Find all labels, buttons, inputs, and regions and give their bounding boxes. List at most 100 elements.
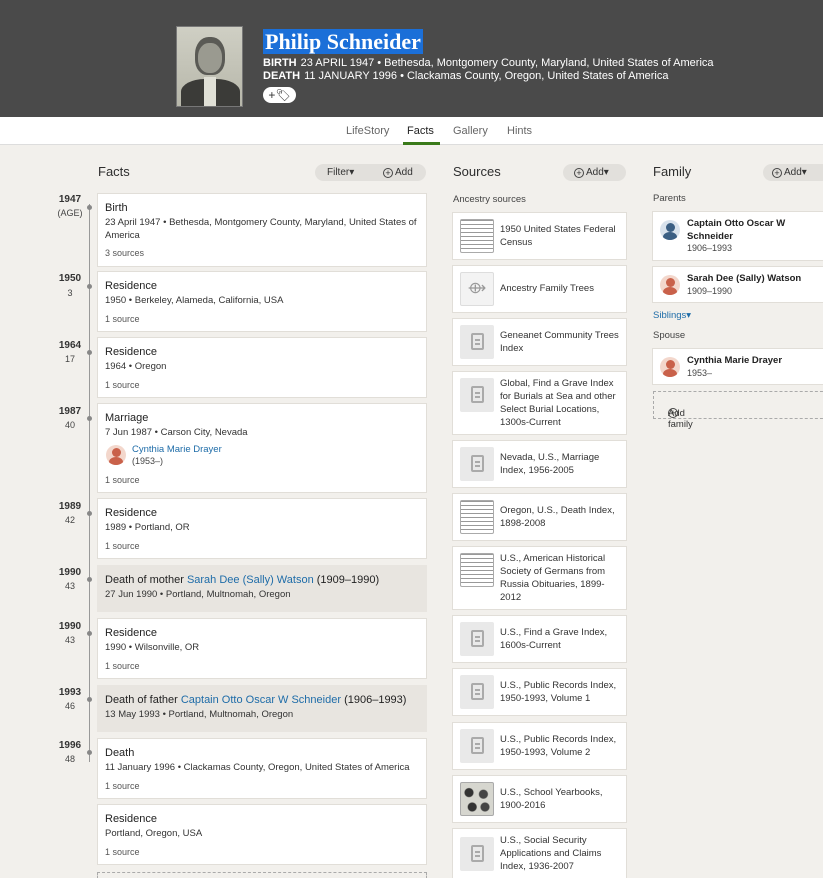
parents-label: Parents <box>653 193 686 204</box>
source-title: Geneanet Community Trees Index <box>500 330 619 354</box>
source-card[interactable]: 1950 United States Federal Census <box>452 212 627 260</box>
add-family-button[interactable]: + Add family <box>653 391 823 430</box>
source-card[interactable]: U.S., Social Security Applications and C… <box>452 828 627 878</box>
spouse-name: Cynthia Marie Drayer <box>687 355 783 366</box>
fact-sources[interactable]: 1 source <box>105 847 140 857</box>
timeline-dot <box>87 750 92 755</box>
fact-card-residence[interactable]: Residence Portland, Oregon, USA 1 source <box>97 804 427 865</box>
person-name[interactable]: Philip Schneider <box>263 29 423 54</box>
fact-card-residence[interactable]: Residence 1990 • Wilsonville, OR 1 sourc… <box>97 618 427 679</box>
fact-card-birth[interactable]: Birth 23 April 1947 • Bethesda, Montgome… <box>97 193 427 267</box>
fact-sources[interactable]: 1 source <box>105 661 140 671</box>
spouse-avatar[interactable] <box>106 445 126 465</box>
fact-title: Residence <box>105 280 157 292</box>
parent-card-mother[interactable]: Sarah Dee (Sally) Watson 1909–1990 <box>652 266 823 303</box>
fact-age: 17 <box>64 354 75 364</box>
chevron-down-icon: ▾ <box>686 310 692 321</box>
parent-card-father[interactable]: Captain Otto Oscar W Schneider 1906–1993 <box>652 211 823 261</box>
fact-age: 46 <box>64 701 75 711</box>
filter-button[interactable]: Filter▾ <box>327 164 354 181</box>
fact-card-death-of-father[interactable]: Death of father Captain Otto Oscar W Sch… <box>97 685 427 732</box>
source-card[interactable]: ⟴ Ancestry Family Trees <box>452 265 627 313</box>
fact-year: 1989 <box>58 501 82 512</box>
document-icon <box>460 729 494 763</box>
source-title: Global, Find a Grave Index for Burials a… <box>500 378 616 428</box>
family-title: Family <box>653 164 692 179</box>
add-fact-button[interactable]: + Add <box>383 164 413 181</box>
fact-year: 1950 <box>58 273 82 284</box>
fact-sources[interactable]: 1 source <box>105 781 140 791</box>
chevron-down-icon: ▾ <box>801 167 807 178</box>
spouse-card[interactable]: Cynthia Marie Drayer 1953– <box>652 348 823 385</box>
fact-card-death-of-mother[interactable]: Death of mother Sarah Dee (Sally) Watson… <box>97 565 427 612</box>
yearbook-thumbnail <box>460 782 494 816</box>
fact-year: 1996 <box>58 740 82 751</box>
timeline-dot <box>87 205 92 210</box>
add-tag-button[interactable]: +🏷 <box>263 87 296 103</box>
add-family-menu-button[interactable]: + Add▾ <box>763 164 823 181</box>
fact-sources[interactable]: 1 source <box>105 380 140 390</box>
tab-hints[interactable]: Hints <box>507 125 532 137</box>
father-link[interactable]: Captain Otto Oscar W Schneider <box>181 694 341 706</box>
fact-year: 1964 <box>58 340 82 351</box>
fact-sources[interactable]: 1 source <box>105 314 140 324</box>
document-icon <box>460 675 494 709</box>
source-title: U.S., Public Records Index, 1950-1993, V… <box>500 734 617 758</box>
fact-title: Death of father Captain Otto Oscar W Sch… <box>105 694 407 706</box>
fact-title: Residence <box>105 507 157 519</box>
mother-avatar <box>660 275 680 295</box>
source-title: U.S., Find a Grave Index, 1600s-Current <box>500 627 608 651</box>
source-title: Ancestry Family Trees <box>500 283 594 294</box>
source-card[interactable]: Oregon, U.S., Death Index, 1898-2008 <box>452 493 627 541</box>
fact-detail: 1989 • Portland, OR <box>105 522 190 533</box>
fact-card-residence[interactable]: Residence 1989 • Portland, OR 1 source <box>97 498 427 559</box>
fact-card-residence[interactable]: Residence 1950 • Berkeley, Alameda, Cali… <box>97 271 427 332</box>
tab-facts[interactable]: Facts <box>407 125 434 137</box>
fact-age: 3 <box>67 288 73 298</box>
fact-card-residence[interactable]: Residence 1964 • Oregon 1 source <box>97 337 427 398</box>
source-card[interactable]: U.S., Public Records Index, 1950-1993, V… <box>452 722 627 770</box>
fact-title: Residence <box>105 813 157 825</box>
fact-title: Birth <box>105 202 128 214</box>
fact-card-marriage[interactable]: Marriage 7 Jun 1987 • Carson City, Nevad… <box>97 403 427 493</box>
siblings-toggle[interactable]: Siblings▾ <box>653 310 691 321</box>
fact-sources[interactable]: 1 source <box>105 475 140 485</box>
profile-tabs: LifeStory Facts Gallery Hints <box>0 117 823 145</box>
tab-lifestory[interactable]: LifeStory <box>346 125 389 137</box>
plus-circle-icon: + <box>772 168 782 178</box>
timeline-dot <box>87 416 92 421</box>
source-card[interactable]: U.S., Public Records Index, 1950-1993, V… <box>452 668 627 716</box>
tab-gallery[interactable]: Gallery <box>453 125 488 137</box>
mother-dates: 1909–1990 <box>687 286 733 296</box>
add-fact-placeholder[interactable] <box>97 872 427 878</box>
father-name: Captain Otto Oscar W Schneider <box>687 218 786 242</box>
timeline-dot <box>87 631 92 636</box>
timeline-dot <box>87 697 92 702</box>
fact-title: Death of mother Sarah Dee (Sally) Watson… <box>105 574 380 586</box>
mother-link[interactable]: Sarah Dee (Sally) Watson <box>187 574 314 586</box>
ancestry-sources-label: Ancestry sources <box>453 194 526 205</box>
source-card[interactable]: Geneanet Community Trees Index <box>452 318 627 366</box>
sources-title: Sources <box>453 164 501 179</box>
source-title: Oregon, U.S., Death Index, 1898-2008 <box>500 505 615 529</box>
source-card[interactable]: U.S., School Yearbooks, 1900-2016 <box>452 775 627 823</box>
fact-detail: Portland, Oregon, USA <box>105 828 203 839</box>
person-portrait[interactable] <box>176 26 243 107</box>
fact-card-death[interactable]: Death 11 January 1996 • Clackamas County… <box>97 738 427 799</box>
fact-title: Residence <box>105 627 157 639</box>
document-icon <box>460 622 494 656</box>
source-card[interactable]: U.S., American Historical Society of Ger… <box>452 546 627 610</box>
active-tab-indicator <box>403 142 440 145</box>
fact-detail: 23 April 1947 • Bethesda, Montgomery Cou… <box>105 217 417 241</box>
spouse-dates: (1953–) <box>132 456 164 466</box>
source-card[interactable]: Nevada, U.S., Marriage Index, 1956-2005 <box>452 440 627 488</box>
fact-sources[interactable]: 1 source <box>105 541 140 551</box>
source-card[interactable]: Global, Find a Grave Index for Burials a… <box>452 371 627 435</box>
fact-sources[interactable]: 3 sources <box>105 248 144 258</box>
source-card[interactable]: U.S., Find a Grave Index, 1600s-Current <box>452 615 627 663</box>
timeline-dot <box>87 284 92 289</box>
add-source-button[interactable]: + Add▾ <box>563 164 626 181</box>
source-title: U.S., American Historical Society of Ger… <box>500 553 606 603</box>
spouse-link[interactable]: Cynthia Marie Drayer <box>132 444 222 455</box>
fact-detail: 7 Jun 1987 • Carson City, Nevada <box>105 427 248 438</box>
